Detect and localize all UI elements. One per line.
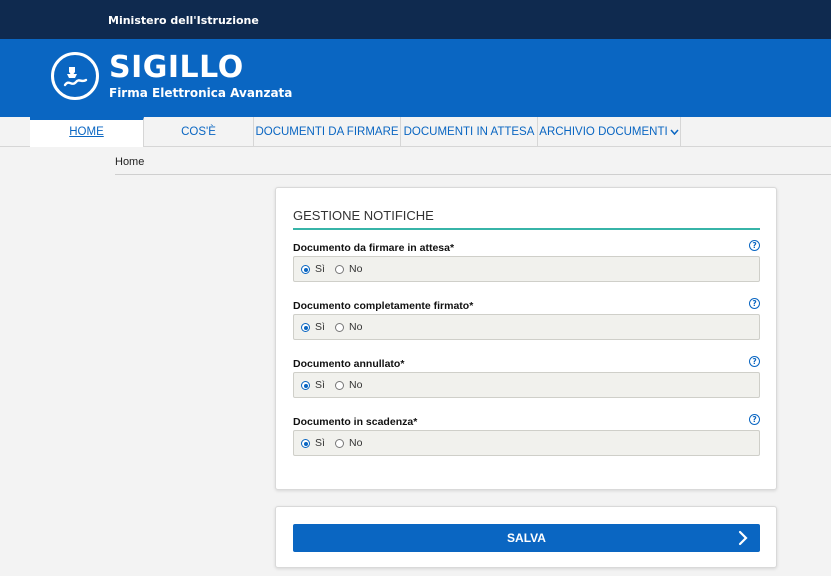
brand-header: SIGILLO Firma Elettronica Avanzata bbox=[0, 39, 831, 117]
radio-no[interactable] bbox=[335, 265, 344, 274]
radio-no-label[interactable]: No bbox=[349, 321, 362, 333]
sigillo-logo-icon[interactable] bbox=[51, 52, 99, 100]
nav-cos-e-label: COS'È bbox=[181, 126, 216, 138]
save-button-label: SALVA bbox=[507, 531, 546, 545]
radio-yes[interactable] bbox=[301, 439, 310, 448]
brand-subtitle: Firma Elettronica Avanzata bbox=[109, 86, 293, 100]
nav-archivio-documenti-label: ARCHIVIO DOCUMENTI bbox=[539, 126, 668, 138]
save-button[interactable]: SALVA bbox=[293, 524, 760, 552]
radio-group-annullato: Sì No bbox=[293, 372, 760, 398]
notifications-card: GESTIONE NOTIFICHE Documento da firmare … bbox=[275, 187, 777, 490]
nav-documenti-in-attesa[interactable]: DOCUMENTI IN ATTESA bbox=[401, 117, 538, 147]
field-label-completamente-firmato: Documento completamente firmato* bbox=[293, 300, 474, 312]
radio-yes-label[interactable]: Sì bbox=[315, 379, 325, 391]
radio-no-label[interactable]: No bbox=[349, 263, 362, 275]
main-navigation: HOME COS'È DOCUMENTI DA FIRMARE DOCUMENT… bbox=[0, 117, 831, 147]
nav-documenti-da-firmare[interactable]: DOCUMENTI DA FIRMARE bbox=[254, 117, 401, 147]
help-circle-icon[interactable]: ? bbox=[749, 240, 760, 251]
brand-title[interactable]: SIGILLO bbox=[109, 51, 244, 85]
radio-no[interactable] bbox=[335, 439, 344, 448]
radio-yes[interactable] bbox=[301, 381, 310, 390]
radio-no[interactable] bbox=[335, 381, 344, 390]
ministry-bar: Ministero dell'Istruzione bbox=[0, 0, 831, 39]
field-label-da-firmare: Documento da firmare in attesa* bbox=[293, 242, 455, 254]
radio-yes-label[interactable]: Sì bbox=[315, 321, 325, 333]
radio-yes-label[interactable]: Sì bbox=[315, 263, 325, 275]
radio-yes[interactable] bbox=[301, 323, 310, 332]
section-title: GESTIONE NOTIFICHE bbox=[293, 208, 434, 223]
breadcrumb-divider bbox=[115, 174, 831, 175]
help-circle-icon[interactable]: ? bbox=[749, 298, 760, 309]
help-circle-icon[interactable]: ? bbox=[749, 414, 760, 425]
chevron-right-icon bbox=[738, 530, 748, 549]
breadcrumb: Home bbox=[115, 156, 144, 168]
breadcrumb-home[interactable]: Home bbox=[115, 156, 144, 168]
nav-home[interactable]: HOME bbox=[30, 117, 144, 147]
nav-home-label: HOME bbox=[69, 126, 104, 138]
radio-yes[interactable] bbox=[301, 265, 310, 274]
field-label-in-scadenza: Documento in scadenza* bbox=[293, 416, 418, 428]
radio-no-label[interactable]: No bbox=[349, 379, 362, 391]
chevron-down-icon bbox=[670, 127, 679, 138]
help-circle-icon[interactable]: ? bbox=[749, 356, 760, 367]
nav-archivio-documenti[interactable]: ARCHIVIO DOCUMENTI bbox=[538, 117, 681, 147]
nav-cos-e[interactable]: COS'È bbox=[144, 117, 254, 147]
radio-group-completamente-firmato: Sì No bbox=[293, 314, 760, 340]
radio-group-da-firmare: Sì No bbox=[293, 256, 760, 282]
actions-card: SALVA bbox=[275, 506, 777, 568]
radio-group-in-scadenza: Sì No bbox=[293, 430, 760, 456]
nav-documenti-in-attesa-label: DOCUMENTI IN ATTESA bbox=[403, 126, 535, 138]
radio-yes-label[interactable]: Sì bbox=[315, 437, 325, 449]
nav-documenti-da-firmare-label: DOCUMENTI DA FIRMARE bbox=[255, 126, 399, 138]
section-divider bbox=[293, 228, 760, 230]
ministry-name: Ministero dell'Istruzione bbox=[108, 14, 259, 27]
radio-no-label[interactable]: No bbox=[349, 437, 362, 449]
radio-no[interactable] bbox=[335, 323, 344, 332]
field-label-annullato: Documento annullato* bbox=[293, 358, 405, 370]
